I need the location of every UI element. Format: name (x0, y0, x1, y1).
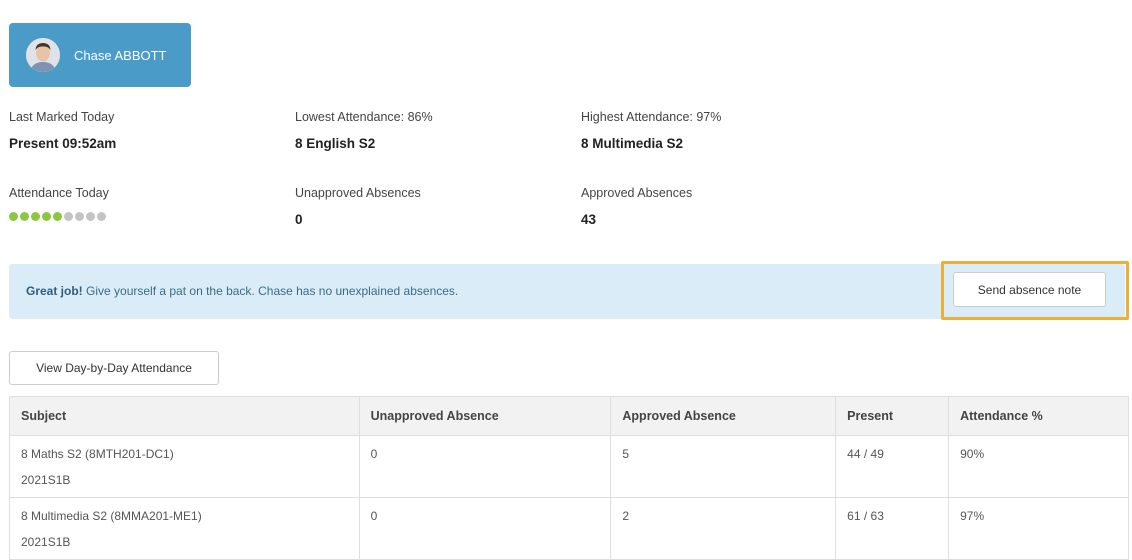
attended-period-dot (42, 212, 51, 221)
student-photo-icon (26, 38, 60, 72)
unmarked-period-dot (75, 212, 84, 221)
view-day-by-day-button[interactable]: View Day-by-Day Attendance (9, 351, 219, 385)
header-unapproved[interactable]: Unapproved Absence (358, 396, 612, 436)
alert-message: Great job! Give yourself a pat on the ba… (26, 284, 458, 298)
subject-name: 8 Multimedia S2 (8MMA201-ME1) (21, 509, 202, 523)
unmarked-period-dot (86, 212, 95, 221)
approved-absences-value: 43 (581, 212, 597, 227)
unmarked-period-dot (97, 212, 106, 221)
highest-attendance-label: Highest Attendance: 97% (581, 110, 722, 124)
attended-period-dot (31, 212, 40, 221)
table-row: 8 Multimedia S2 (8MMA201-ME1) 2021S1B 0 … (9, 497, 1129, 560)
subject-term: 2021S1B (21, 535, 71, 549)
send-absence-note-button[interactable]: Send absence note (953, 272, 1106, 307)
student-name: Chase ABBOTT (74, 47, 167, 63)
highest-attendance-value: 8 Multimedia S2 (581, 136, 684, 151)
approved-absences-label: Approved Absences (581, 186, 693, 200)
approved-cell: 2 (610, 497, 837, 560)
lowest-attendance-value: 8 English S2 (295, 136, 376, 151)
attended-period-dot (53, 212, 62, 221)
attended-period-dot (20, 212, 29, 221)
attended-period-dot (9, 212, 18, 221)
present-cell: 44 / 49 (835, 435, 950, 498)
header-approved[interactable]: Approved Absence (610, 396, 837, 436)
lowest-attendance-label: Lowest Attendance: 86% (295, 110, 433, 124)
unapproved-cell: 0 (358, 435, 612, 498)
subject-cell: 8 Maths S2 (8MTH201-DC1) 2021S1B (9, 435, 360, 498)
last-marked-label: Last Marked Today (9, 110, 115, 124)
lowest-attendance-stat: Lowest Attendance: 86% 8 English S2 (295, 110, 433, 151)
subject-cell: 8 Multimedia S2 (8MMA201-ME1) 2021S1B (9, 497, 360, 560)
attendance-today-label: Attendance Today (9, 186, 109, 200)
approved-absences-stat: Approved Absences 43 (581, 186, 692, 227)
subject-name: 8 Maths S2 (8MTH201-DC1) (21, 447, 174, 461)
subject-term: 2021S1B (21, 473, 71, 487)
highest-attendance-stat: Highest Attendance: 97% 8 Multimedia S2 (581, 110, 721, 151)
header-present[interactable]: Present (835, 396, 950, 436)
header-attendance-percent[interactable]: Attendance % (948, 396, 1129, 436)
percent-cell: 97% (948, 497, 1129, 560)
unmarked-period-dot (64, 212, 73, 221)
table-row: 8 Maths S2 (8MTH201-DC1) 2021S1B 0 5 44 … (9, 435, 1129, 498)
alert-strong: Great job! (26, 284, 83, 298)
unapproved-absences-stat: Unapproved Absences 0 (295, 186, 421, 227)
unapproved-absences-label: Unapproved Absences (295, 186, 421, 200)
present-cell: 61 / 63 (835, 497, 950, 560)
unapproved-absences-value: 0 (295, 212, 303, 227)
student-card[interactable]: Chase ABBOTT (9, 23, 191, 87)
percent-cell: 90% (948, 435, 1129, 498)
unapproved-cell: 0 (358, 497, 612, 560)
last-marked-value: Present 09:52am (9, 136, 117, 151)
table-header-row: Subject Unapproved Absence Approved Abse… (9, 396, 1129, 436)
last-marked-stat: Last Marked Today Present 09:52am (9, 110, 116, 151)
alert-text: Give yourself a pat on the back. Chase h… (82, 284, 459, 298)
header-subject[interactable]: Subject (9, 396, 360, 436)
attendance-table: Subject Unapproved Absence Approved Abse… (9, 396, 1129, 560)
attendance-today-dots (9, 212, 109, 221)
avatar (26, 38, 60, 72)
attendance-today-stat: Attendance Today (9, 186, 109, 221)
approved-cell: 5 (610, 435, 837, 498)
